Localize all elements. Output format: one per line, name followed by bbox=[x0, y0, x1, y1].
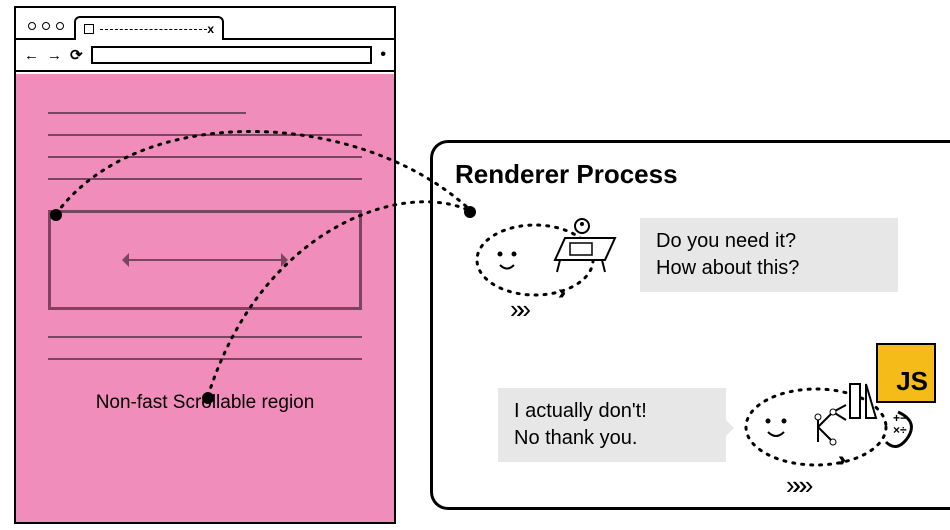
address-bar bbox=[91, 46, 373, 64]
connector-endpoint bbox=[202, 392, 214, 404]
forward-icon: → bbox=[47, 47, 62, 64]
text-line bbox=[48, 112, 246, 114]
compositor-speech: Do you need it? How about this? bbox=[640, 218, 898, 292]
scrollable-sub-region bbox=[48, 210, 362, 310]
connector-endpoint bbox=[50, 209, 62, 221]
connector-endpoint bbox=[464, 206, 476, 218]
speech-line: No thank you. bbox=[514, 425, 710, 452]
speech-tail bbox=[724, 418, 744, 438]
speech-line: Do you need it? bbox=[656, 228, 882, 255]
svg-text:»»»: »»» bbox=[786, 470, 813, 500]
tab-close-icon: x bbox=[207, 22, 214, 36]
speech-line: I actually don't! bbox=[514, 398, 710, 425]
svg-text:›››: ››› bbox=[558, 282, 565, 304]
main-speech: I actually don't! No thank you. bbox=[498, 388, 726, 462]
tab-bar: x bbox=[16, 8, 394, 40]
speech-line: How about this? bbox=[656, 255, 882, 282]
nav-bar: ← → ⟳ • bbox=[16, 40, 394, 72]
compositor-thread-icon: ››› »» bbox=[470, 210, 640, 325]
page-viewport: Non-fast Scrollable region bbox=[16, 74, 394, 522]
text-line bbox=[48, 178, 362, 180]
back-icon: ← bbox=[24, 47, 39, 64]
browser-window: x ← → ⟳ • Non-fast Scrollable region bbox=[14, 6, 396, 524]
browser-tab: x bbox=[74, 16, 224, 40]
svg-text:›››: ››› bbox=[838, 449, 845, 471]
horizontal-scroll-arrow-icon bbox=[125, 259, 285, 261]
text-line bbox=[48, 156, 362, 158]
text-line bbox=[48, 336, 362, 338]
js-label: JS bbox=[896, 366, 928, 397]
text-line bbox=[48, 358, 362, 360]
text-line bbox=[48, 134, 362, 136]
renderer-title: Renderer Process bbox=[455, 159, 940, 190]
menu-dot-icon: • bbox=[380, 46, 386, 64]
favicon-icon bbox=[84, 24, 94, 34]
window-dots bbox=[24, 22, 70, 38]
svg-text:»»: »» bbox=[510, 294, 530, 324]
reload-icon: ⟳ bbox=[70, 46, 83, 64]
js-badge-icon: JS bbox=[876, 343, 936, 403]
tab-title-stub bbox=[100, 29, 207, 30]
svg-text:×÷: ×÷ bbox=[893, 423, 907, 437]
